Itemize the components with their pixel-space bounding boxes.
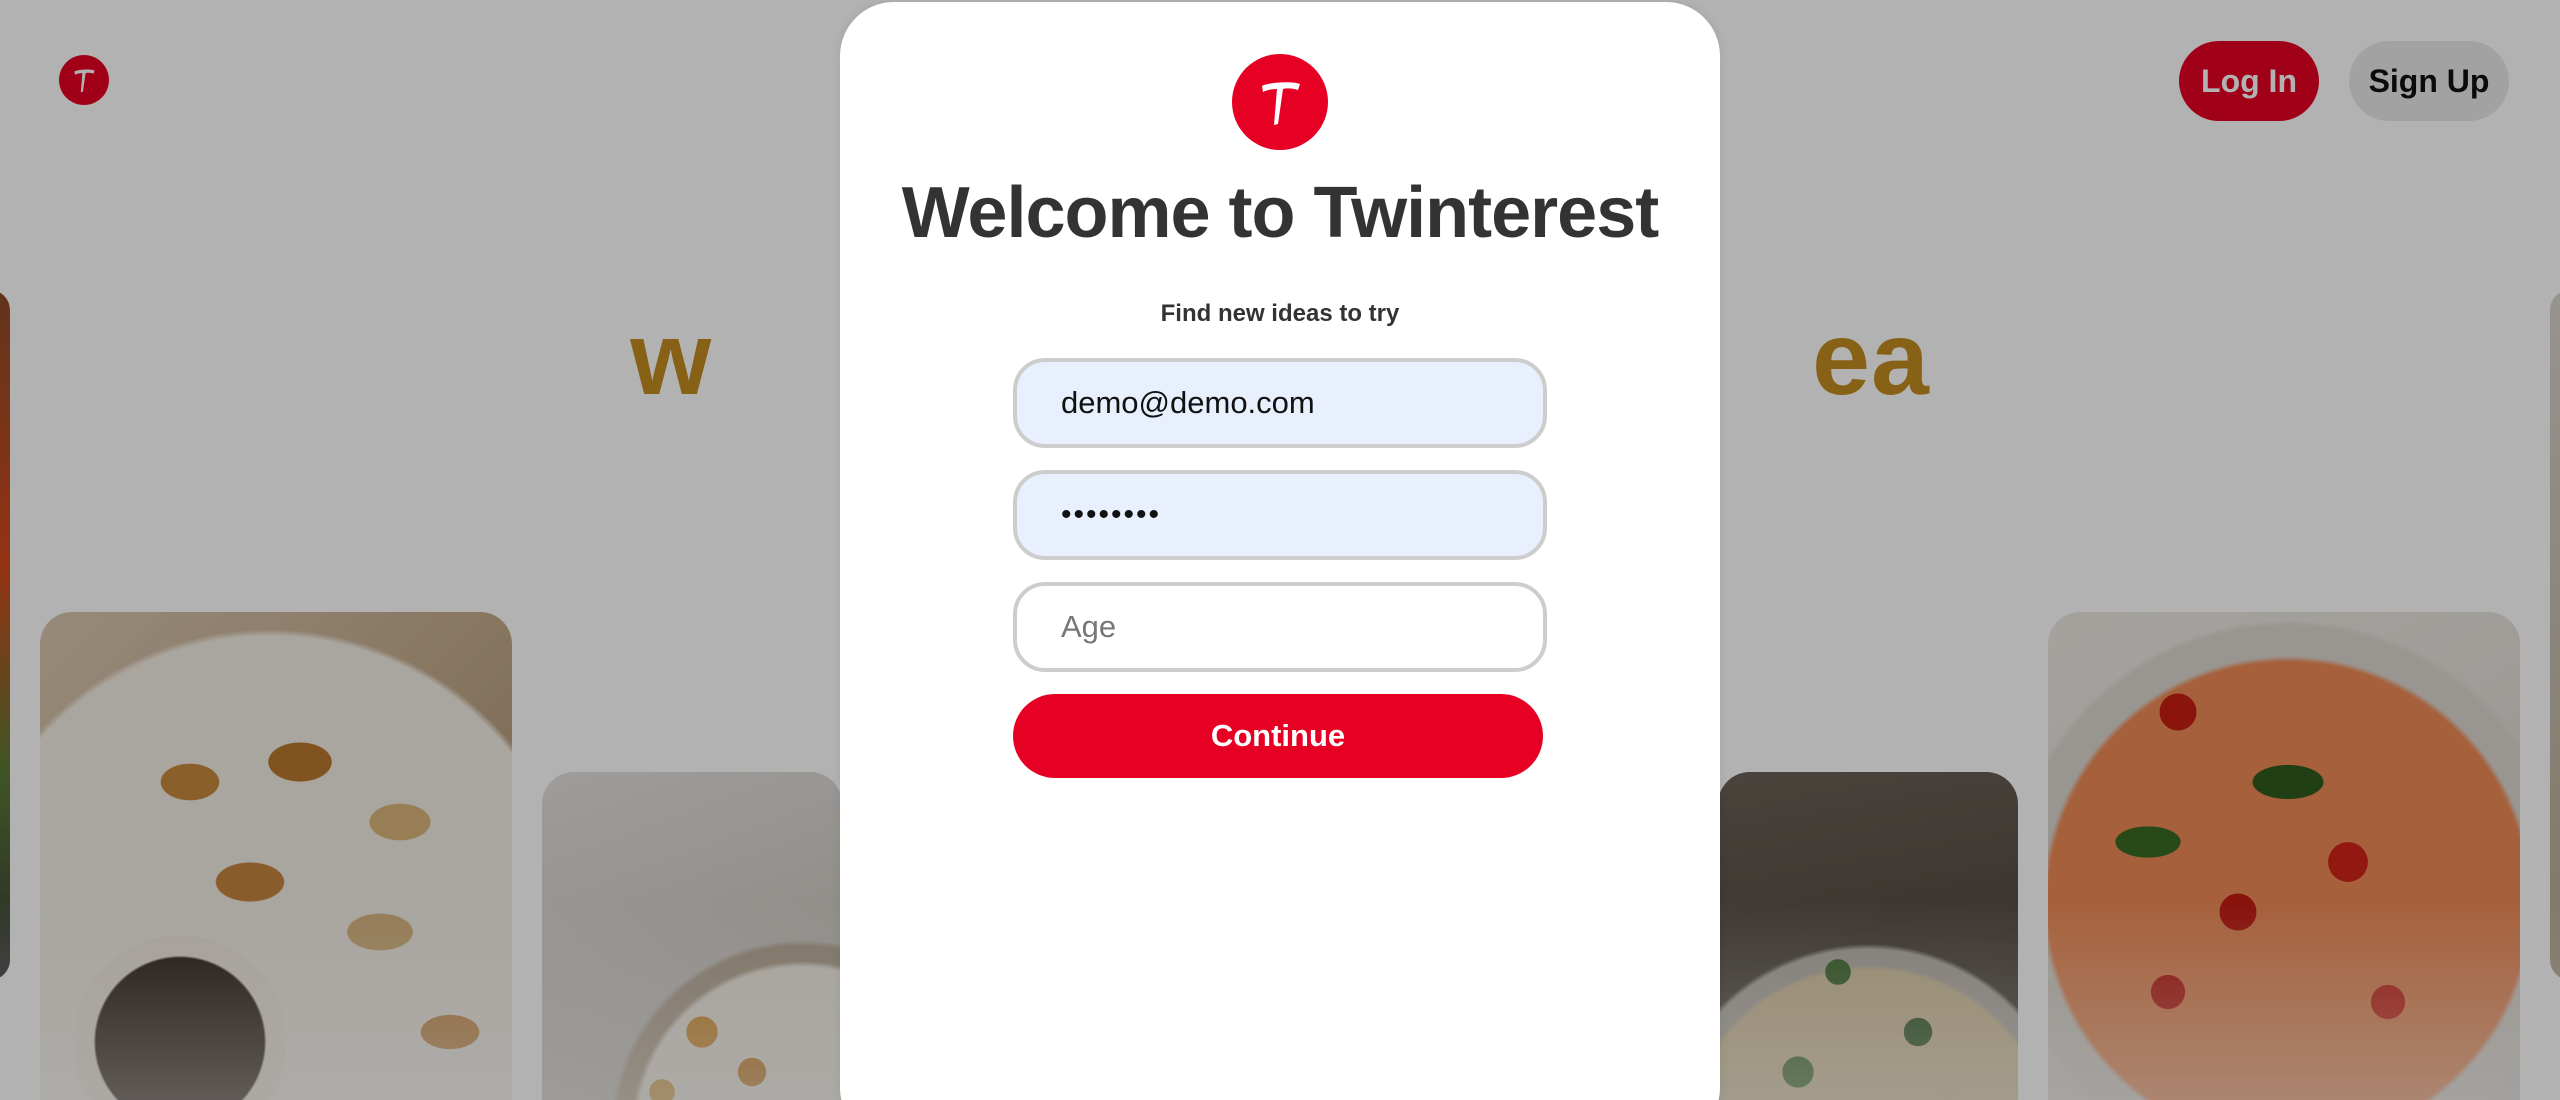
- password-input[interactable]: [1013, 470, 1547, 560]
- continue-button[interactable]: Continue: [1013, 694, 1543, 778]
- modal-logo-glyph: [1262, 82, 1300, 125]
- modal-title: Welcome to Twinterest: [901, 173, 1659, 253]
- login-modal: Welcome to Twinterest Find new ideas to …: [840, 2, 1720, 1100]
- age-input[interactable]: [1013, 582, 1547, 672]
- modal-subtitle: Find new ideas to try: [1160, 300, 1400, 327]
- twinterest-logo-icon: [1232, 54, 1328, 150]
- email-input[interactable]: [1013, 358, 1547, 448]
